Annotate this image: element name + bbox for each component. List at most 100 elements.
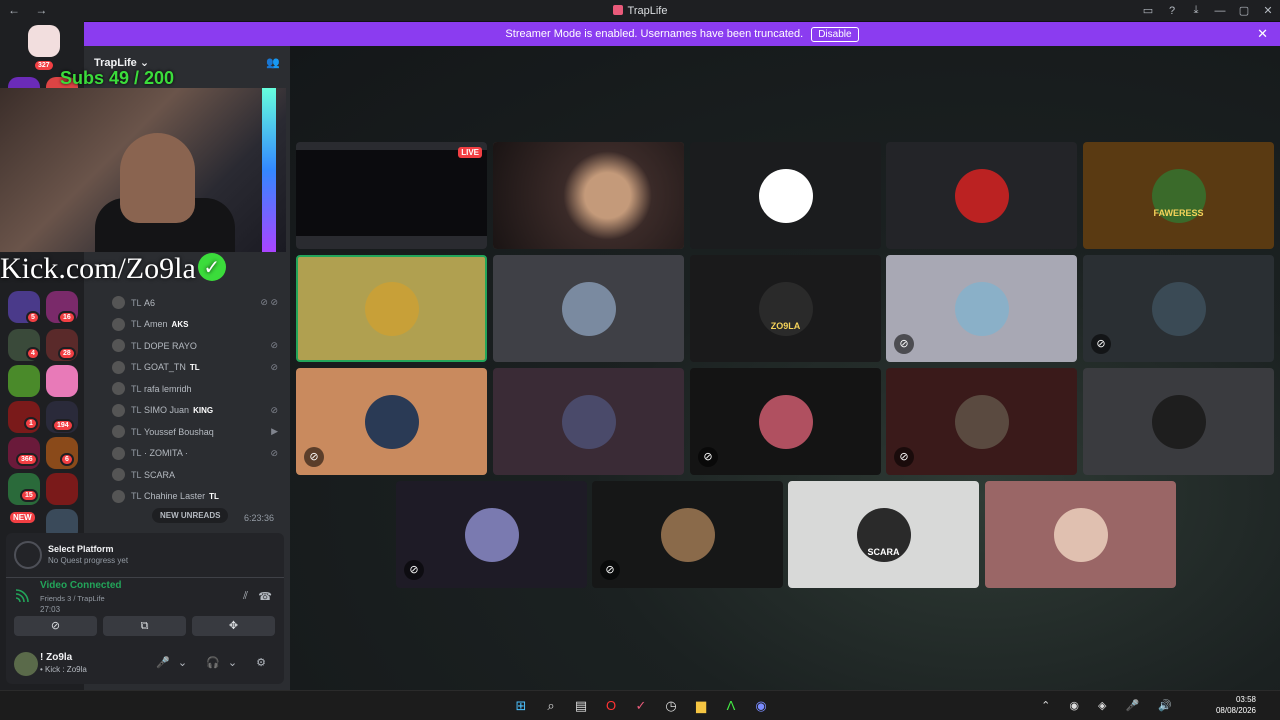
user-tag: AKS	[171, 319, 189, 329]
video-tile[interactable]	[985, 481, 1176, 588]
video-tile[interactable]: ⊘	[296, 368, 487, 475]
video-tile[interactable]: ZO9LA	[690, 255, 881, 362]
voice-user[interactable]: TL Chahine Laster TL	[112, 486, 282, 508]
user-prefix: TL	[131, 448, 142, 459]
user-controls[interactable]: 🎤⌄ 🎧⌄ ⚙	[156, 656, 274, 669]
avatar	[112, 468, 125, 482]
new-unreads-pill[interactable]: NEW UNREADS	[152, 508, 229, 523]
user-panel: ! Zo9la • Kick : Zo9la 🎤⌄ 🎧⌄ ⚙	[6, 644, 284, 684]
led-light	[262, 88, 276, 252]
user-prefix: TL	[131, 297, 142, 308]
video-tile[interactable]: ⊘	[886, 255, 1077, 362]
mention-badge: 28	[58, 347, 76, 360]
user-prefix: TL	[131, 405, 142, 416]
video-tile[interactable]: LIVE	[296, 142, 487, 249]
voice-user[interactable]: TL SIMO Juan KING ⊘	[112, 400, 282, 422]
muted-icon: ⊘	[698, 447, 718, 467]
app-icon[interactable]: ✓	[630, 696, 652, 716]
user-prefix: TL	[131, 426, 142, 437]
minimize-button[interactable]: —	[1208, 5, 1232, 17]
user-name[interactable]: ! Zo9la	[40, 652, 72, 663]
banner-close-icon[interactable]: ✕	[1257, 26, 1268, 42]
server-icon[interactable]	[8, 365, 40, 397]
video-tile[interactable]	[690, 142, 881, 249]
avatar	[112, 403, 125, 417]
muted-icon: ⊘	[304, 447, 324, 467]
maximize-button[interactable]: ▢	[1232, 4, 1256, 17]
mention-badge: 327	[33, 59, 55, 72]
screen-share-button[interactable]: ⧉	[103, 616, 186, 636]
video-tile[interactable]: FAWERESS	[1083, 142, 1274, 249]
user-name: SIMO Juan	[144, 405, 190, 416]
disable-button[interactable]: Disable	[811, 26, 859, 42]
quest-panel[interactable]: Select Platform No Quest progress yet	[6, 533, 284, 577]
time: 03:58	[1235, 695, 1256, 704]
kick-overlay: Kick.com/Zo9la ✓	[0, 252, 226, 286]
person-head	[120, 133, 195, 223]
video-tile[interactable]: SCARA	[788, 481, 979, 588]
tile-label: ZO9LA	[770, 321, 801, 332]
taskbar-apps: ⊞ ⌕ ▤ O ✓ ◷ ▆ Λ ◉	[510, 696, 772, 716]
disconnect-icon[interactable]: ☎	[258, 590, 272, 603]
clock-app-icon[interactable]: ◷	[660, 696, 682, 716]
video-tile[interactable]	[493, 142, 684, 249]
video-tile[interactable]: ⊘	[1083, 255, 1274, 362]
video-tile[interactable]: ⊘	[592, 481, 783, 588]
server-icon[interactable]	[28, 25, 60, 57]
video-stage: LIVE FAWERESS ZO9LA ⊘ ⊘ ⊘ ⊘ ⊘ ⊘ ⊘ SCARA	[290, 46, 1280, 690]
download-icon[interactable]: ⤓	[1184, 4, 1208, 17]
noise-suppression-icon[interactable]: ⫽	[243, 590, 248, 603]
webcam-overlay	[0, 88, 286, 252]
app-icon[interactable]: ▤	[570, 696, 592, 716]
video-tile[interactable]	[296, 255, 487, 362]
add-member-icon[interactable]: 👥	[266, 56, 280, 69]
video-tile[interactable]: ⊘	[396, 481, 587, 588]
activities-button[interactable]: ✥	[192, 616, 275, 636]
opera-icon[interactable]: O	[600, 696, 622, 716]
voice-user[interactable]: TL Amen AKS	[112, 314, 282, 336]
search-icon[interactable]: ⌕	[540, 696, 562, 716]
voice-status[interactable]: Video Connected	[40, 580, 122, 591]
clock[interactable]: 03:58 08/08/2026	[1216, 694, 1256, 716]
avatar[interactable]	[14, 652, 38, 676]
voice-user[interactable]: TL GOAT_TN TL ⊘	[112, 357, 282, 379]
voice-channel[interactable]: Friends 3 / TrapLife	[40, 594, 105, 603]
video-tile[interactable]: ⊘	[886, 368, 1077, 475]
voice-user[interactable]: TL SCARA	[112, 464, 282, 486]
video-tile[interactable]	[1083, 368, 1274, 475]
avatar	[561, 281, 616, 336]
voice-user[interactable]: TL · ZOMITA · ⊘	[112, 443, 282, 465]
video-tile[interactable]: ⊘	[690, 368, 881, 475]
muted-icon: ⊘	[894, 334, 914, 354]
screen-share-preview	[296, 142, 487, 249]
discord-icon[interactable]: ◉	[750, 696, 772, 716]
voice-user[interactable]: TL rafa lemridh	[112, 378, 282, 400]
muted-icon: ⊘	[270, 361, 278, 372]
quest-title: Select Platform	[48, 544, 114, 554]
voice-user[interactable]: TL A6 ⊘ ⊘	[112, 292, 282, 314]
start-icon[interactable]: ⊞	[510, 696, 532, 716]
voice-user[interactable]: TL DOPE RAYO ⊘	[112, 335, 282, 357]
system-tray[interactable]: ⌃ ◉ ◈ 🎤 🔊	[1041, 699, 1180, 712]
server-icon[interactable]	[46, 365, 78, 397]
new-badge[interactable]: NEW	[8, 510, 37, 525]
signal-icon	[14, 588, 32, 606]
camera-button[interactable]: ⊘	[14, 616, 97, 636]
voice-user[interactable]: TL Youssef Boushaq ▶	[112, 421, 282, 443]
video-tile[interactable]	[493, 255, 684, 362]
file-explorer-icon[interactable]: ▆	[690, 696, 712, 716]
user-tag: KING	[193, 405, 214, 415]
help-icon[interactable]: ?	[1160, 5, 1184, 17]
muted-icon: ⊘	[270, 404, 278, 415]
video-tile[interactable]	[886, 142, 1077, 249]
user-tag: TL	[189, 362, 200, 372]
user-name: SCARA	[144, 469, 176, 480]
subs-goal-overlay: Subs 49 / 200	[60, 68, 175, 88]
server-icon[interactable]	[46, 473, 78, 505]
close-button[interactable]: ✕	[1256, 4, 1280, 17]
avatar	[1151, 394, 1206, 449]
video-tile[interactable]	[493, 368, 684, 475]
inbox-icon[interactable]: ▭	[1136, 4, 1160, 17]
avatar	[1151, 281, 1206, 336]
app-icon[interactable]: Λ	[720, 696, 742, 716]
